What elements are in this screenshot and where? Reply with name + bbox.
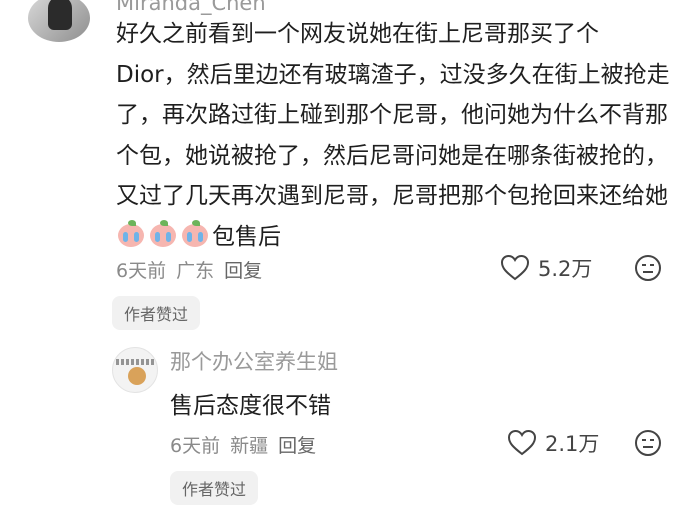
- comment-time: 6天前: [116, 260, 167, 282]
- crying-peach-emoji: [180, 219, 210, 248]
- author-liked-badge: 作者赞过: [112, 296, 201, 330]
- reply-time: 6天前: [170, 435, 221, 457]
- reply-author-liked-badge: 作者赞过: [170, 471, 259, 505]
- reply-reply-link[interactable]: 回复: [278, 431, 316, 458]
- emoji-group: [116, 219, 212, 248]
- reply-avatar[interactable]: [112, 347, 158, 393]
- like-button[interactable]: 5.2万: [500, 253, 592, 283]
- reply-text: 售后态度很不错: [170, 393, 331, 419]
- avatar[interactable]: [28, 0, 90, 42]
- crying-peach-emoji: [148, 219, 178, 248]
- comment-username[interactable]: Miranda_Chen: [116, 0, 266, 15]
- reply-location: 新疆: [230, 435, 269, 457]
- reply-link[interactable]: 回复: [224, 256, 262, 283]
- reply-username[interactable]: 那个办公室养生姐: [170, 346, 338, 376]
- comment-text-main: 好久之前看到一个网友说她在街上尼哥那买了个 Dior，然后里边还有玻璃渣子，过没…: [116, 21, 670, 210]
- meh-face-icon: [634, 429, 662, 457]
- comment-meta: 6天前 广东 回复: [116, 256, 262, 283]
- comment-text: 好久之前看到一个网友说她在街上尼哥那买了个 Dior，然后里边还有玻璃渣子，过没…: [116, 14, 676, 258]
- dislike-button[interactable]: [634, 254, 662, 282]
- like-count: 5.2万: [538, 257, 593, 281]
- crying-peach-emoji: [116, 219, 146, 248]
- comment-location: 广东: [176, 260, 215, 282]
- meh-face-icon: [634, 254, 662, 282]
- comment-text-tail: 包售后: [212, 223, 281, 250]
- reply-meta: 6天前 新疆 回复: [170, 431, 316, 458]
- reply-dislike-button[interactable]: [634, 429, 662, 457]
- reply-like-count: 2.1万: [545, 432, 600, 456]
- heart-outline-icon: [500, 254, 530, 282]
- heart-outline-icon: [507, 429, 537, 457]
- reply-like-button[interactable]: 2.1万: [507, 428, 599, 458]
